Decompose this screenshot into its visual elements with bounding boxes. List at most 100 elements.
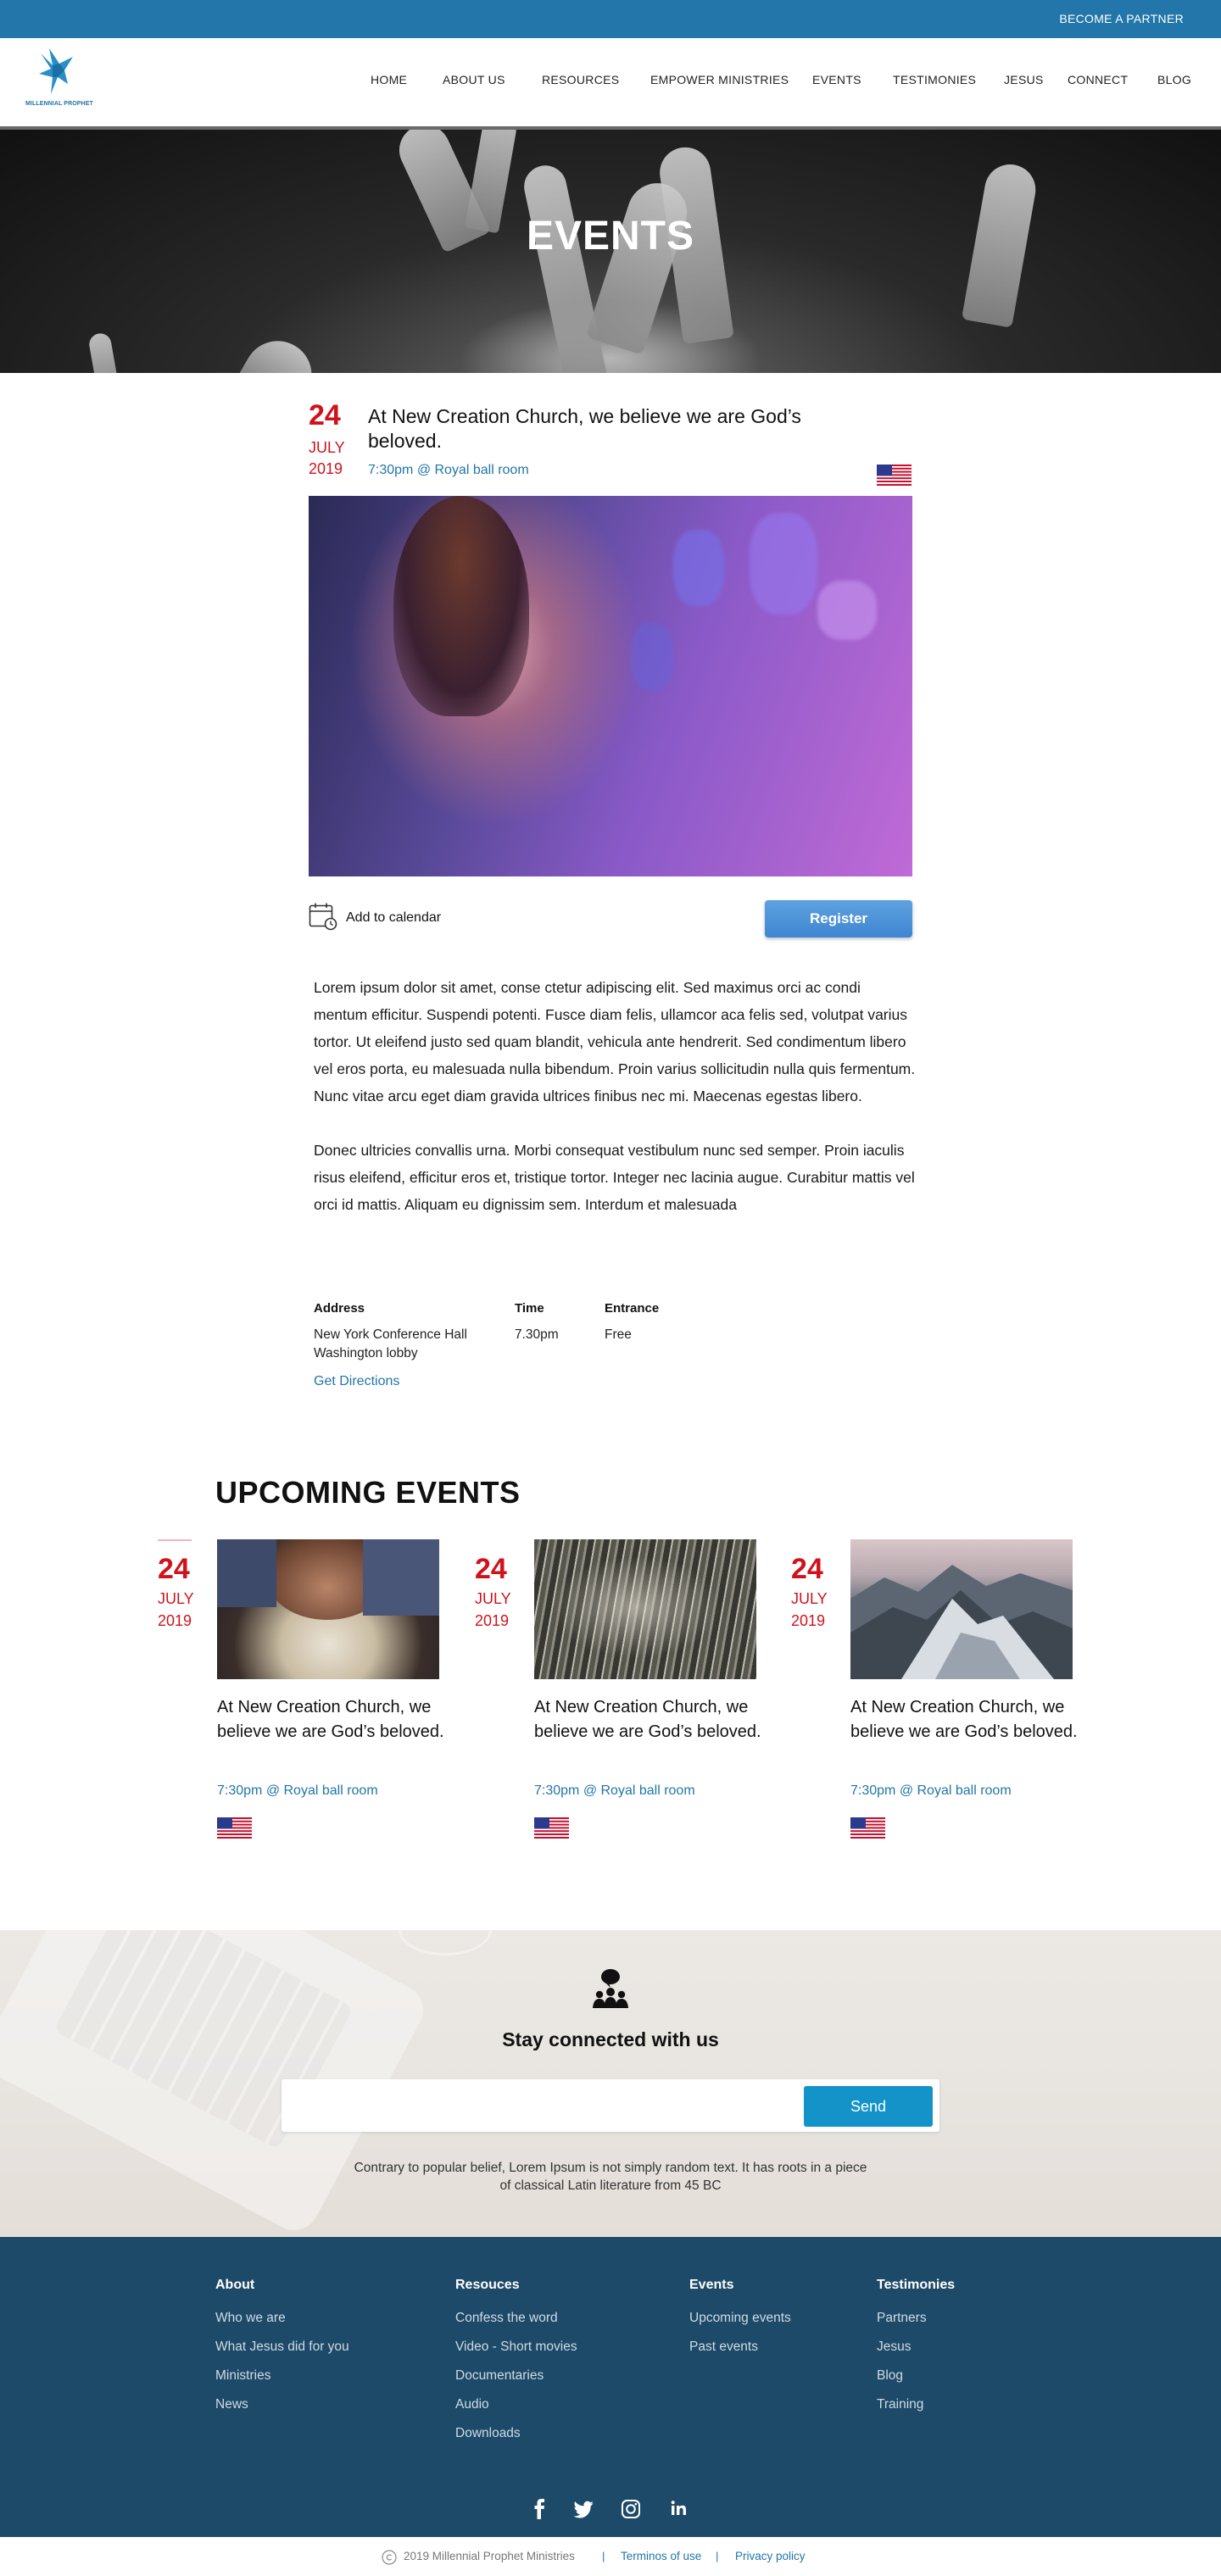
footer-link[interactable]: Past events: [689, 2340, 791, 2355]
send-button[interactable]: Send: [804, 2086, 933, 2127]
card-day: 24: [475, 1553, 507, 1585]
copyright-bar: 2019 Millennial Prophet Ministries | Ter…: [0, 2537, 1221, 2576]
card-time-place: 7:30pm @ Royal ball room: [850, 1783, 1012, 1798]
terms-link[interactable]: Terminos of use: [621, 2550, 701, 2562]
footer-link[interactable]: News: [215, 2397, 349, 2412]
footer-link[interactable]: Partners: [877, 2311, 955, 2326]
main-nav: HOME ABOUT US RESOURCES EMPOWER MINISTRI…: [0, 73, 1221, 93]
copyright-icon: [382, 2550, 397, 2565]
footer-link[interactable]: What Jesus did for you: [215, 2340, 349, 2355]
praying-woman-hair: [393, 496, 529, 716]
nav-blog[interactable]: BLOG: [1157, 73, 1191, 86]
nav-testimonies[interactable]: TESTIMONIES: [893, 73, 976, 86]
frost-highlight: [551, 1556, 721, 1658]
hero-hand: [235, 328, 325, 373]
upcoming-event-card[interactable]: 24 JULY 2019 At New Creation Church, we …: [475, 1538, 761, 1851]
footer-link[interactable]: Downloads: [455, 2426, 577, 2441]
card-image-bible[interactable]: [217, 1539, 439, 1679]
hero-hand: [87, 331, 121, 373]
card-day: 24: [158, 1553, 190, 1585]
upcoming-event-card[interactable]: 24 JULY 2019 At New Creation Church, we …: [158, 1538, 444, 1851]
footer-heading: Resouces: [455, 2278, 520, 2292]
event-actions: Add to calendar Register: [309, 900, 912, 937]
upcoming-events-title: UPCOMING EVENTS: [215, 1475, 521, 1510]
card-time-place: 7:30pm @ Royal ball room: [217, 1783, 378, 1798]
card-year: 2019: [475, 1612, 510, 1629]
time-label: Time: [515, 1301, 544, 1316]
card-month: JULY: [158, 1590, 194, 1607]
nav-jesus[interactable]: JESUS: [1004, 73, 1044, 86]
linkedin-icon[interactable]: [666, 2495, 693, 2523]
footer-heading: Events: [689, 2278, 734, 2292]
us-flag-icon: [850, 1817, 885, 1839]
time-value: 7.30pm: [515, 1327, 559, 1342]
bokeh-light: [673, 530, 724, 606]
hero-banner: EVENTS: [0, 130, 1221, 373]
footer-column-events: Events Upcoming events Past events: [689, 2278, 791, 2368]
footer-link[interactable]: Audio: [455, 2397, 577, 2412]
nav-home[interactable]: HOME: [371, 73, 407, 86]
card-image-mountains[interactable]: [850, 1539, 1073, 1679]
us-flag-icon: [534, 1817, 569, 1839]
newsletter-email-input[interactable]: [290, 2088, 799, 2123]
facebook-icon[interactable]: [527, 2495, 554, 2523]
upcoming-event-card[interactable]: 24 JULY 2019 At New Creation Church, we …: [791, 1538, 1078, 1851]
event-month: JULY: [309, 439, 345, 456]
event-title: At New Creation Church, we believe we ar…: [368, 405, 801, 452]
newsletter-title: Stay connected with us: [502, 2028, 719, 2050]
bokeh-light: [750, 513, 817, 615]
add-to-calendar-link[interactable]: Add to calendar: [346, 910, 441, 926]
footer-link[interactable]: Blog: [877, 2368, 955, 2384]
card-image-plants[interactable]: [534, 1539, 756, 1679]
footer-link[interactable]: Documentaries: [455, 2368, 577, 2384]
calendar-add-icon[interactable]: [309, 902, 337, 931]
footer-link[interactable]: Video - Short movies: [455, 2340, 577, 2355]
footer-link[interactable]: Who we are: [215, 2311, 349, 2326]
address-label: Address: [314, 1301, 365, 1316]
description-fade: [314, 1232, 916, 1254]
footer-heading: About: [215, 2278, 255, 2292]
address-line-1: New York Conference Hall: [314, 1327, 467, 1342]
card-title[interactable]: At New Creation Church, we believe we ar…: [534, 1695, 780, 1744]
footer-link[interactable]: Confess the word: [455, 2311, 577, 2326]
footer-link[interactable]: Jesus: [877, 2340, 955, 2355]
separator: |: [602, 2550, 605, 2562]
nav-about-us[interactable]: ABOUT US: [443, 73, 505, 86]
event-year: 2019: [309, 460, 343, 477]
card-month: JULY: [475, 1590, 511, 1607]
sleeve: [363, 1539, 439, 1616]
newsletter-note: Contrary to popular belief, Lorem Ipsum …: [0, 2159, 1221, 2195]
nav-empower-ministries[interactable]: EMPOWER MINISTRIES: [650, 73, 789, 86]
copyright-text: 2019 Millennial Prophet Ministries: [404, 2550, 575, 2562]
us-flag-icon: [217, 1817, 252, 1839]
privacy-link[interactable]: Privacy policy: [735, 2550, 806, 2562]
sleeve: [217, 1539, 276, 1607]
footer-link[interactable]: Training: [877, 2397, 955, 2412]
address-line-2: Washington lobby: [314, 1346, 418, 1360]
community-icon: [593, 1969, 628, 2008]
footer-column-testimonies: Testimonies Partners Jesus Blog Training: [877, 2278, 955, 2426]
get-directions-link[interactable]: Get Directions: [314, 1374, 399, 1389]
card-day: 24: [791, 1553, 823, 1585]
nav-resources[interactable]: RESOURCES: [542, 73, 619, 86]
description-paragraph: Donec ultricies convallis urna. Morbi co…: [314, 1142, 915, 1213]
card-rule: [158, 1539, 192, 1541]
card-time-place: 7:30pm @ Royal ball room: [534, 1783, 695, 1798]
newsletter-section: Stay connected with us Send Contrary to …: [0, 1930, 1221, 2237]
card-title[interactable]: At New Creation Church, we believe we ar…: [850, 1695, 1096, 1744]
twitter-icon[interactable]: [570, 2495, 597, 2523]
entrance-value: Free: [605, 1327, 632, 1342]
become-partner-link[interactable]: BECOME A PARTNER: [1059, 12, 1184, 25]
card-title[interactable]: At New Creation Church, we believe we ar…: [217, 1695, 463, 1744]
site-header: MILLENNIAL PROPHET HOME ABOUT US RESOURC…: [0, 38, 1221, 130]
nav-events[interactable]: EVENTS: [812, 73, 861, 86]
nav-connect[interactable]: CONNECT: [1068, 73, 1128, 86]
footer-link[interactable]: Ministries: [215, 2368, 349, 2384]
card-month: JULY: [791, 1590, 828, 1607]
instagram-icon[interactable]: [617, 2495, 644, 2523]
footer-link[interactable]: Upcoming events: [689, 2311, 791, 2326]
register-button[interactable]: Register: [765, 900, 912, 937]
card-year: 2019: [158, 1612, 192, 1629]
bokeh-light: [817, 581, 877, 640]
separator: |: [716, 2550, 719, 2562]
